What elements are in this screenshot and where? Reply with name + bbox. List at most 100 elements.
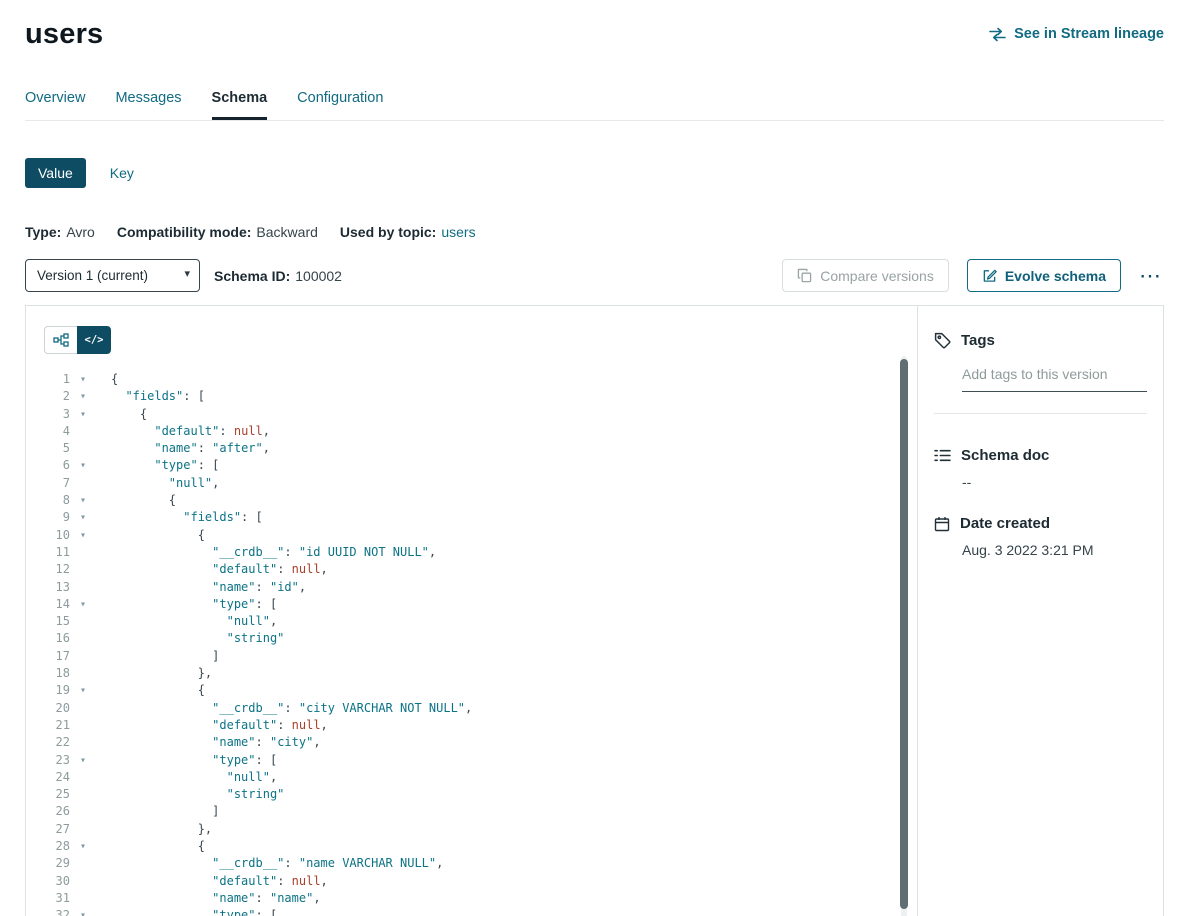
line-number: 15: [26, 613, 70, 630]
code-token: :: [256, 580, 270, 594]
code-token: :: [219, 424, 233, 438]
line-number: 29: [26, 855, 70, 872]
code-token: "id UUID NOT NULL": [299, 545, 429, 559]
tab-overview[interactable]: Overview: [25, 90, 85, 120]
code-token: "__crdb__": [212, 856, 284, 870]
tab-schema[interactable]: Schema: [212, 90, 268, 120]
evolve-schema-icon: [982, 268, 997, 283]
code-token: ,: [429, 545, 436, 559]
code-line: 9▾ "fields": [: [26, 509, 917, 526]
overflow-menu-button[interactable]: ⋯: [1137, 265, 1164, 287]
code-token: "default": [154, 424, 219, 438]
fold-spacer: [76, 821, 90, 838]
fold-spacer: [76, 475, 90, 492]
code-token: null: [292, 718, 321, 732]
code-token: "__crdb__": [212, 545, 284, 559]
schema-doc-section: Schema doc --: [934, 447, 1147, 490]
fold-spacer: [76, 579, 90, 596]
code-token: "id": [270, 580, 299, 594]
line-number: 6: [26, 457, 70, 474]
line-number: 22: [26, 734, 70, 751]
tree-view-button[interactable]: [44, 326, 78, 354]
code-token: :: [256, 891, 270, 905]
code-token: "null": [227, 770, 270, 784]
version-select[interactable]: Version 1 (current): [25, 259, 200, 292]
used-by-topic-label: Used by topic:: [340, 224, 436, 240]
code-line: 21 "default": null,: [26, 717, 917, 734]
tab-bar: Overview Messages Schema Configuration: [25, 90, 1164, 121]
schema-id-label: Schema ID:: [214, 268, 290, 284]
line-number: 3: [26, 406, 70, 423]
code-line: 12 "default": null,: [26, 561, 917, 578]
code-token: ,: [270, 770, 277, 784]
code-token: {: [169, 493, 176, 507]
tab-messages[interactable]: Messages: [115, 90, 181, 120]
code-token: :: [277, 562, 291, 576]
code-token: : [: [256, 908, 278, 916]
tab-configuration[interactable]: Configuration: [297, 90, 383, 120]
code-text: "default": null,: [90, 423, 270, 440]
code-text: "__crdb__": "name VARCHAR NULL",: [90, 855, 443, 872]
code-token: "city VARCHAR NOT NULL": [299, 701, 465, 715]
code-text: "string": [90, 630, 284, 647]
code-text: "null",: [90, 475, 219, 492]
code-lines: 1▾{2▾ "fields": [3▾ {4 "default": null,5…: [26, 371, 917, 916]
used-by-topic-link[interactable]: users: [441, 224, 475, 240]
code-token: "type": [212, 597, 255, 611]
fold-arrow-icon[interactable]: ▾: [76, 907, 90, 916]
fold-arrow-icon[interactable]: ▾: [76, 388, 90, 405]
code-text: "null",: [90, 613, 277, 630]
code-token: ,: [263, 424, 270, 438]
compare-versions-button[interactable]: Compare versions: [782, 259, 949, 292]
line-number: 19: [26, 682, 70, 699]
fold-arrow-icon[interactable]: ▾: [76, 596, 90, 613]
code-line: 24 "null",: [26, 769, 917, 786]
fold-arrow-icon[interactable]: ▾: [76, 406, 90, 423]
tags-input[interactable]: [962, 364, 1147, 392]
key-tab-button[interactable]: Key: [110, 158, 134, 188]
stream-lineage-link[interactable]: See in Stream lineage: [989, 26, 1164, 42]
fold-arrow-icon[interactable]: ▾: [76, 838, 90, 855]
code-line: 22 "name": "city",: [26, 734, 917, 751]
evolve-schema-label: Evolve schema: [1005, 268, 1106, 284]
code-text: },: [90, 821, 212, 838]
used-by-topic: Used by topic: users: [340, 224, 476, 240]
fold-arrow-icon[interactable]: ▾: [76, 371, 90, 388]
code-token: : [: [256, 753, 278, 767]
line-number: 13: [26, 579, 70, 596]
code-line: 14▾ "type": [: [26, 596, 917, 613]
fold-arrow-icon[interactable]: ▾: [76, 509, 90, 526]
fold-arrow-icon[interactable]: ▾: [76, 682, 90, 699]
fold-spacer: [76, 855, 90, 872]
value-tab-button[interactable]: Value: [25, 158, 86, 188]
code-token: "name": [270, 891, 313, 905]
fold-arrow-icon[interactable]: ▾: [76, 527, 90, 544]
sidebar-divider: [934, 413, 1147, 414]
code-text: {: [90, 371, 118, 388]
code-line: 13 "name": "id",: [26, 579, 917, 596]
code-token: {: [140, 407, 147, 421]
code-token: : [: [183, 389, 205, 403]
code-token: "name": [212, 891, 255, 905]
code-text: "__crdb__": "city VARCHAR NOT NULL",: [90, 700, 472, 717]
code-line: 23▾ "type": [: [26, 752, 917, 769]
code-token: ,: [212, 476, 219, 490]
evolve-schema-button[interactable]: Evolve schema: [967, 259, 1121, 292]
fold-arrow-icon[interactable]: ▾: [76, 457, 90, 474]
editor-scrollbar[interactable]: [901, 356, 907, 916]
code-view-button[interactable]: </>: [77, 326, 111, 354]
line-number: 31: [26, 890, 70, 907]
line-number: 20: [26, 700, 70, 717]
fold-arrow-icon[interactable]: ▾: [76, 492, 90, 509]
line-number: 21: [26, 717, 70, 734]
code-text: "type": [: [90, 596, 277, 613]
code-line: 2▾ "fields": [: [26, 388, 917, 405]
fold-spacer: [76, 786, 90, 803]
scrollbar-thumb[interactable]: [900, 359, 908, 909]
line-number: 5: [26, 440, 70, 457]
fold-arrow-icon[interactable]: ▾: [76, 752, 90, 769]
line-number: 27: [26, 821, 70, 838]
code-token: "name": [212, 735, 255, 749]
code-line: 26 ]: [26, 803, 917, 820]
code-text: "fields": [: [90, 509, 263, 526]
